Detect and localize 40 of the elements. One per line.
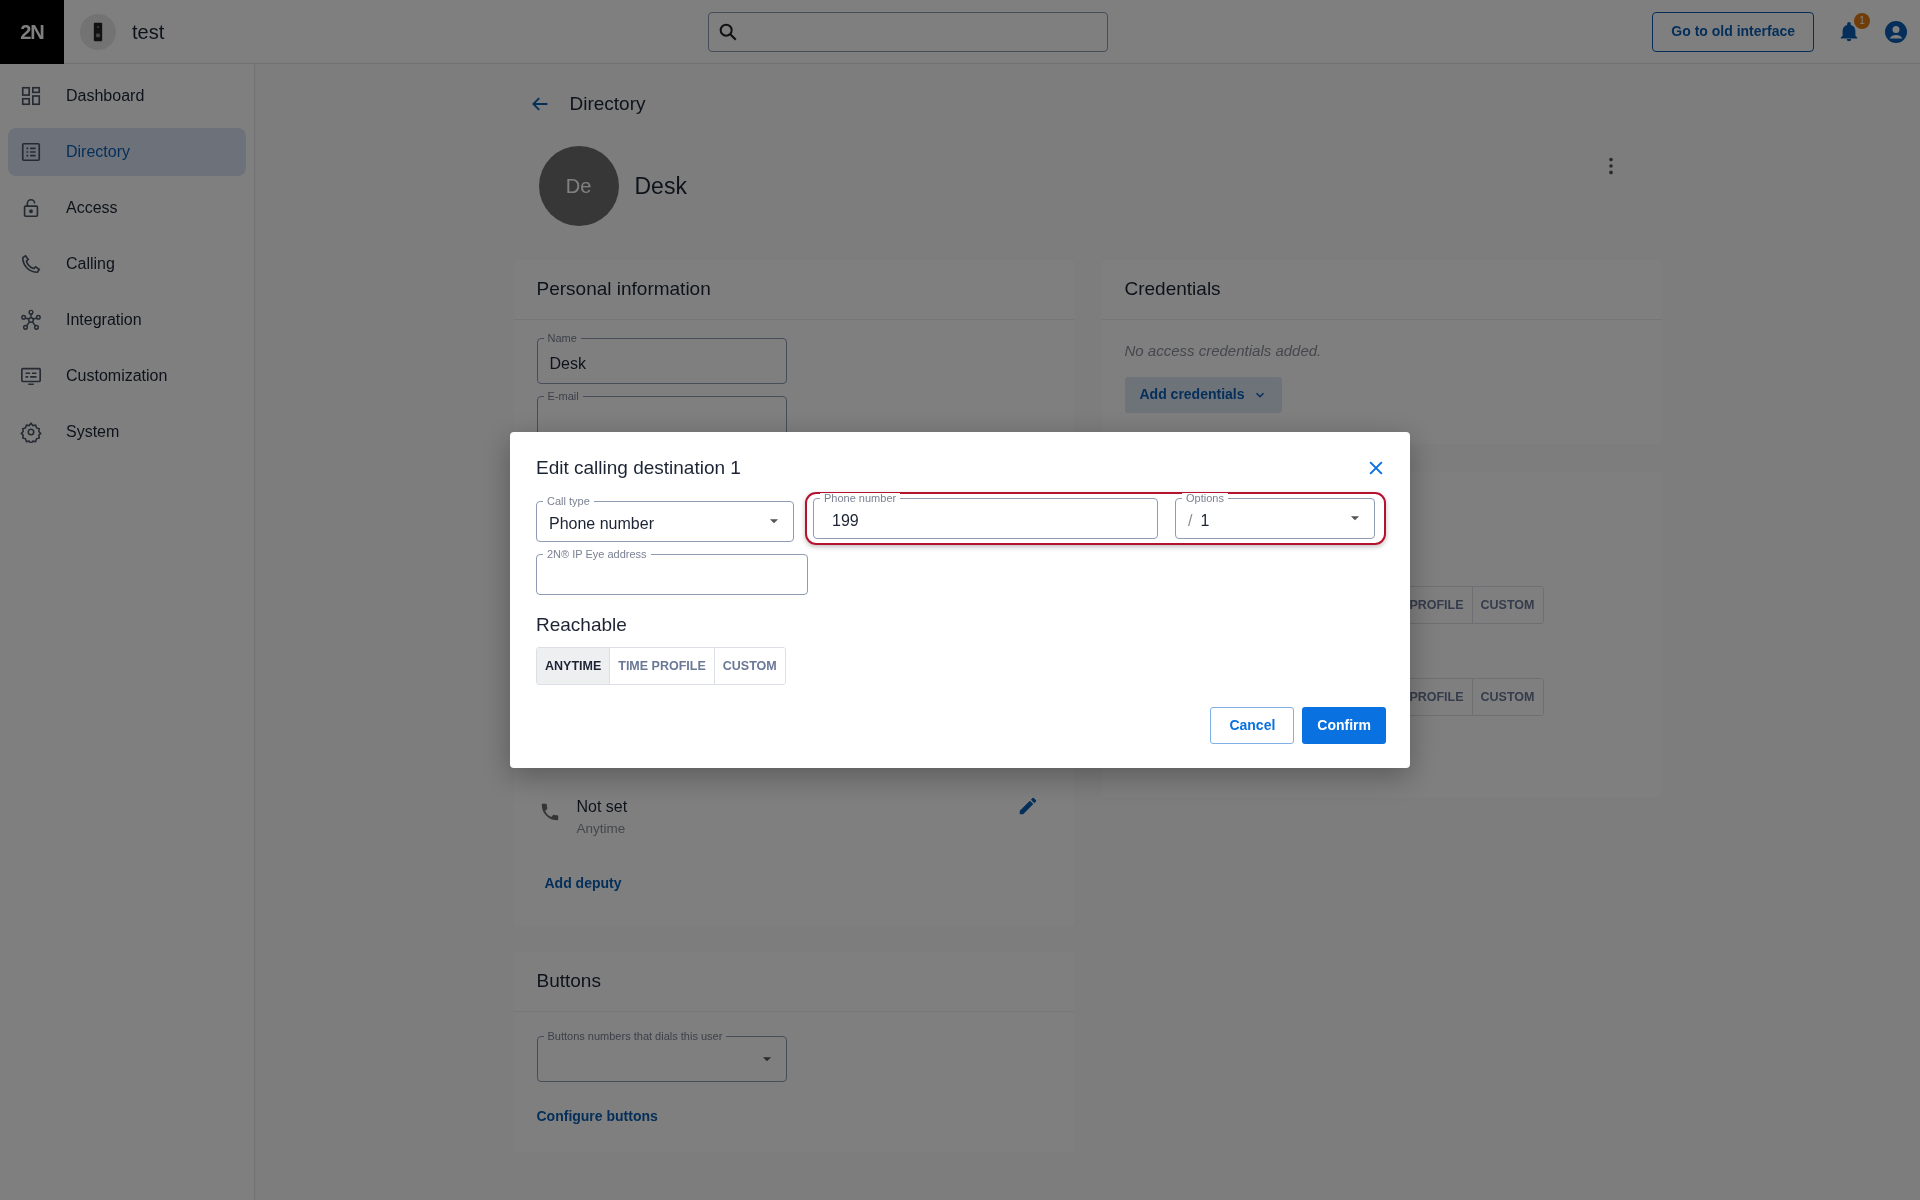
sidebar-item[interactable]: Access [8,184,246,232]
sidebar-item[interactable]: Directory [8,128,246,176]
network-icon [20,309,42,331]
sidebar-item[interactable]: Integration [8,296,246,344]
sidebar-item[interactable]: Customization [8,352,246,400]
cancel-button[interactable]: Cancel [1210,707,1295,744]
user-name: Desk [634,171,688,201]
dashboard-icon [20,85,42,107]
segment-button[interactable]: CUSTOM [1471,587,1543,623]
segment-button[interactable]: CUSTOM [713,648,785,684]
phone-icon [20,253,42,275]
configure-buttons-link[interactable]: Configure buttons [536,1106,658,1127]
bell-icon[interactable] [1838,20,1860,43]
segment-button[interactable]: ANYTIME [537,648,610,684]
sidebar-item[interactable]: System [8,408,246,456]
section-title: Reachable [536,612,628,637]
logo: 2N [0,0,64,64]
notification-badge: 1 [1854,12,1870,29]
device-name: test [132,19,165,45]
add-credentials-button[interactable]: Add credentials [1124,376,1282,413]
sidebar-item[interactable]: Calling [8,240,246,288]
confirm-button[interactable]: Confirm [1302,707,1386,744]
card-title: Buttons [513,952,1074,1012]
search-field[interactable] [708,11,1109,52]
deputy-name: Not set [576,797,629,817]
monitor-icon [20,365,42,387]
segment-button[interactable]: CUSTOM [1471,679,1543,715]
add-deputy-link[interactable]: Add deputy [544,873,622,895]
sidebar-item[interactable]: Dashboard [8,72,246,120]
card-title: Personal information [513,260,1074,320]
avatar: De [538,146,619,226]
old-interface-button[interactable]: Go to old interface [1652,11,1814,52]
card-title: Credentials [1101,260,1662,320]
empty-message: No access credentials added. [1124,341,1323,361]
deputy-reachability: Anytime [576,820,627,838]
dialog-title: Edit calling destination 1 [536,456,741,480]
settings-icon [20,421,42,443]
list-icon [20,141,42,163]
page-title: Directory [569,91,646,116]
account-icon[interactable] [1884,19,1908,44]
